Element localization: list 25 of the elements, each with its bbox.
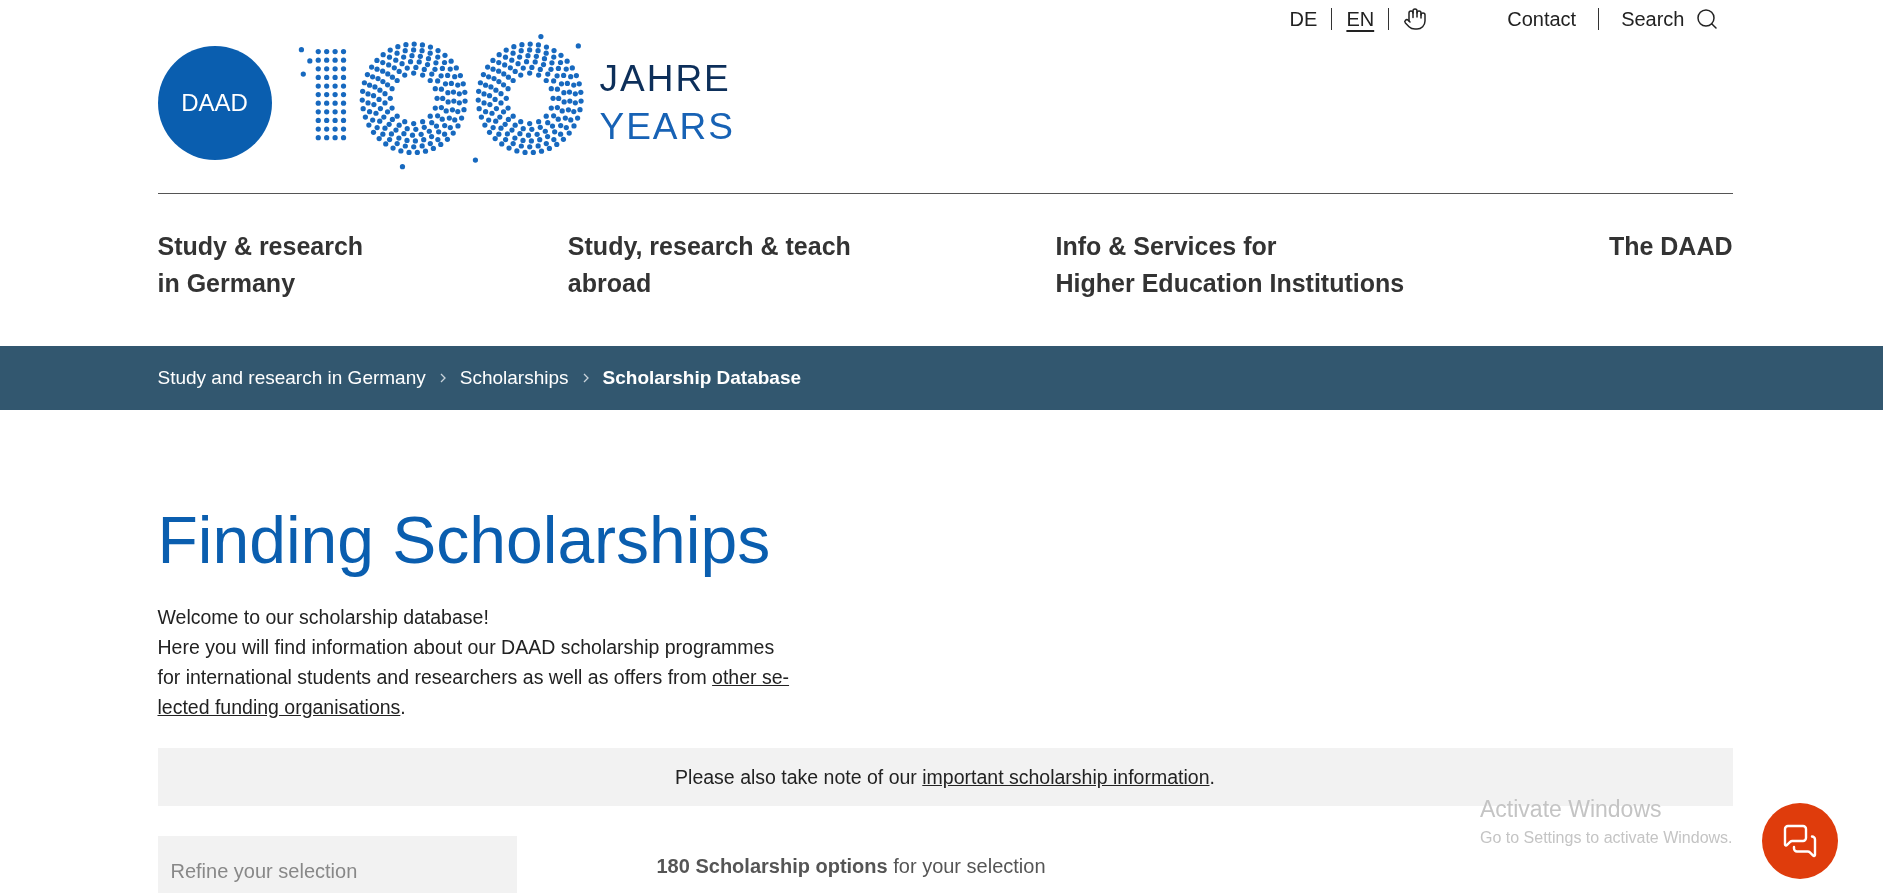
funding-link[interactable]: other se- xyxy=(712,666,790,688)
logo-text: JAHRE xyxy=(599,57,732,101)
hand-icon[interactable] xyxy=(1403,7,1428,31)
information-link[interactable]: important scholarship information xyxy=(922,765,1210,788)
logo-badge: DAAD xyxy=(157,46,272,160)
search-link[interactable]: Search xyxy=(1621,7,1719,31)
breadcrumb-link[interactable]: Scholarships xyxy=(459,367,569,389)
breadcrumb-link[interactable]: Study and research in Germany xyxy=(157,367,426,389)
activation-hint: Go to Settings to activate Windows. xyxy=(1480,829,1733,847)
contact-link[interactable]: Contact xyxy=(1507,7,1577,31)
breadcrumb-link[interactable]: Scholarship Database xyxy=(602,367,802,389)
nav-link[interactable]: Study & research in Germany xyxy=(157,228,364,346)
chat-icon xyxy=(1782,823,1818,859)
intro-paragraph: Welcome to our scholarship database! Here you will find information about our DAAD scholarship programmes for international students and researchers as well as offers from other se- lected funding organisations. xyxy=(157,605,791,720)
page-title: Finding Scholarships xyxy=(157,502,772,579)
funding-link[interactable]: lected funding organisations xyxy=(157,696,401,718)
logo-text: YEARS xyxy=(599,105,735,149)
activation-title: Activate Windows xyxy=(1480,796,1663,823)
notice-text: Please also take note of our important scholarship information. xyxy=(675,765,1215,789)
nav-link[interactable]: Study, research & teach abroad xyxy=(567,228,851,346)
language-link[interactable]: EN xyxy=(1346,7,1375,31)
nav-link[interactable]: Info & Services for Higher Education Institutions xyxy=(1055,228,1405,346)
search-icon xyxy=(1694,7,1719,31)
language-link[interactable]: DE xyxy=(1289,7,1318,31)
nav-link[interactable]: The DAAD xyxy=(1608,228,1733,346)
